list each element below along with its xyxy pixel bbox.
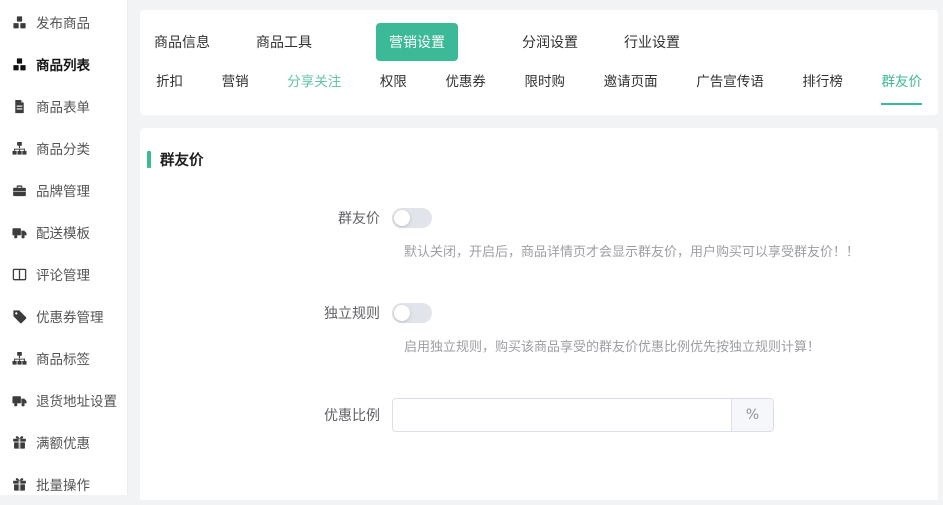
section-title-text: 群友价 — [160, 149, 204, 170]
gift-icon — [11, 476, 27, 492]
group-price-panel: 群友价 群友价 默认关闭，开启后，商品详情页才会显示群友价，用户购买可以享受群友… — [140, 128, 938, 500]
truck-icon — [11, 224, 27, 240]
sidebar: 发布商品 商品列表 商品表单 商品分类 品牌管理 配送模板 评论管理 — [0, 0, 128, 495]
sidebar-item-label: 商品列表 — [36, 54, 90, 74]
group-price-label: 群友价 — [140, 208, 392, 228]
field-group-price: 群友价 默认关闭，开启后，商品详情页才会显示群友价，用户购买可以享受群友价！！ — [140, 208, 938, 260]
file-icon — [11, 98, 27, 114]
sidebar-item-coupon-management[interactable]: 优惠券管理 — [0, 295, 127, 337]
subtab-coupon[interactable]: 优惠券 — [445, 70, 486, 105]
independent-rule-toggle[interactable] — [392, 303, 432, 323]
sidebar-item-delivery-template[interactable]: 配送模板 — [0, 211, 127, 253]
sidebar-item-product-form[interactable]: 商品表单 — [0, 85, 127, 127]
subtab-ad-slogan[interactable]: 广告宣传语 — [696, 70, 764, 105]
cubes-icon — [11, 56, 27, 72]
sitemap-icon — [11, 140, 27, 156]
sidebar-item-publish-product[interactable]: 发布商品 — [0, 1, 127, 43]
truck-icon — [11, 392, 27, 408]
sidebar-item-brand-management[interactable]: 品牌管理 — [0, 169, 127, 211]
tab-profit-settings[interactable]: 分润设置 — [522, 28, 578, 56]
main-tab-bar: 商品信息 商品工具 营销设置 分润设置 行业设置 — [154, 20, 924, 64]
sidebar-item-label: 满额优惠 — [36, 432, 90, 452]
group-price-toggle[interactable] — [392, 208, 432, 228]
sidebar-item-product-list[interactable]: 商品列表 — [0, 43, 127, 85]
columns-icon — [11, 266, 27, 282]
sidebar-item-label: 商品分类 — [36, 138, 90, 158]
sub-tab-bar: 折扣 营销 分享关注 权限 优惠券 限时购 邀请页面 广告宣传语 排行榜 群友价 — [154, 70, 924, 105]
sidebar-item-product-category[interactable]: 商品分类 — [0, 127, 127, 169]
sidebar-item-return-address[interactable]: 退货地址设置 — [0, 379, 127, 421]
sidebar-item-label: 品牌管理 — [36, 180, 90, 200]
subtab-permission[interactable]: 权限 — [380, 70, 407, 105]
percent-suffix: % — [731, 399, 773, 431]
subtab-marketing[interactable]: 营销 — [222, 70, 249, 105]
section-title-bar — [147, 151, 151, 168]
sidebar-item-label: 批量操作 — [36, 474, 90, 494]
group-price-help-text: 默认关闭，开启后，商品详情页才会显示群友价，用户购买可以享受群友价！！ — [404, 241, 938, 260]
sidebar-item-product-tags[interactable]: 商品标签 — [0, 337, 127, 379]
tab-product-tools[interactable]: 商品工具 — [256, 28, 312, 56]
gift-icon — [11, 434, 27, 450]
cubes-icon — [11, 14, 27, 30]
sidebar-item-review-management[interactable]: 评论管理 — [0, 253, 127, 295]
sitemap-icon — [11, 350, 27, 366]
discount-ratio-label: 优惠比例 — [140, 405, 392, 425]
independent-rule-help-text: 启用独立规则，购买该商品享受的群友价优惠比例优先按独立规则计算！ — [404, 336, 938, 355]
sidebar-item-full-discount[interactable]: 满额优惠 — [0, 421, 127, 463]
discount-ratio-input-group: % — [392, 398, 774, 432]
tab-industry-settings[interactable]: 行业设置 — [624, 28, 680, 56]
field-discount-ratio: 优惠比例 % — [140, 398, 938, 432]
subtab-ranking[interactable]: 排行榜 — [802, 70, 843, 105]
subtab-discount[interactable]: 折扣 — [156, 70, 183, 105]
briefcase-icon — [11, 182, 27, 198]
section-title: 群友价 — [147, 149, 938, 170]
sidebar-item-label: 优惠券管理 — [36, 306, 104, 326]
sidebar-item-label: 商品标签 — [36, 348, 90, 368]
subtab-group-price[interactable]: 群友价 — [881, 70, 922, 105]
tabs-card: 商品信息 商品工具 营销设置 分润设置 行业设置 折扣 营销 分享关注 权限 优… — [140, 10, 938, 115]
tab-product-info[interactable]: 商品信息 — [154, 28, 210, 56]
toggle-knob — [394, 305, 410, 321]
main-area: 商品信息 商品工具 营销设置 分润设置 行业设置 折扣 营销 分享关注 权限 优… — [140, 0, 938, 495]
sidebar-item-label: 发布商品 — [36, 12, 90, 32]
sidebar-item-batch-operation[interactable]: 批量操作 — [0, 463, 127, 505]
sidebar-item-label: 配送模板 — [36, 222, 90, 242]
tag-icon — [11, 308, 27, 324]
sidebar-item-label: 退货地址设置 — [36, 390, 117, 410]
sidebar-item-label: 评论管理 — [36, 264, 90, 284]
independent-rule-label: 独立规则 — [140, 303, 392, 323]
field-independent-rule: 独立规则 启用独立规则，购买该商品享受的群友价优惠比例优先按独立规则计算！ — [140, 303, 938, 355]
discount-ratio-input[interactable] — [393, 399, 731, 431]
subtab-invite-page[interactable]: 邀请页面 — [604, 70, 658, 105]
toggle-knob — [394, 210, 410, 226]
tab-marketing-settings[interactable]: 营销设置 — [376, 23, 458, 61]
sidebar-item-label: 商品表单 — [36, 96, 90, 116]
subtab-share-follow[interactable]: 分享关注 — [287, 70, 341, 105]
subtab-flash-sale[interactable]: 限时购 — [525, 70, 566, 105]
group-price-form: 群友价 默认关闭，开启后，商品详情页才会显示群友价，用户购买可以享受群友价！！ … — [140, 208, 938, 432]
